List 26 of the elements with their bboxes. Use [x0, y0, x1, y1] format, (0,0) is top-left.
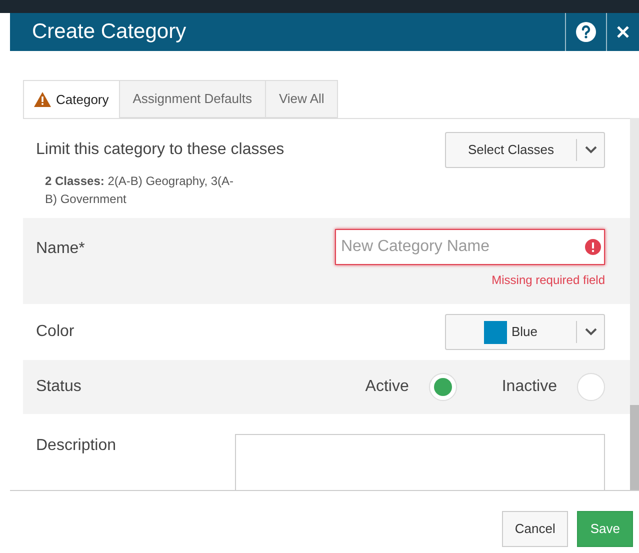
selected-classes-text: 2 Classes: 2(A-B) Geography, 3(A-B) Government — [44, 173, 235, 208]
color-value: Blue — [511, 323, 538, 342]
field-label: Color — [36, 322, 74, 342]
select-classes-dropdown[interactable]: Select Classes — [445, 132, 605, 168]
tab[interactable]: Category — [23, 80, 120, 118]
chevron-down-icon — [584, 328, 596, 336]
radio-label: Inactive — [502, 377, 557, 397]
radio-button[interactable] — [428, 373, 457, 401]
tab[interactable]: View All — [266, 80, 338, 118]
error-icon — [585, 239, 601, 255]
radio-label: Active — [365, 377, 409, 397]
help-icon — [576, 22, 596, 42]
color-dropdown[interactable]: Blue — [445, 314, 605, 350]
tab[interactable]: Assignment Defaults — [120, 80, 266, 118]
field-label: Status — [36, 377, 82, 397]
field-label: Limit this category to these classes — [36, 140, 284, 160]
field-label: Name* — [36, 239, 85, 259]
chevron-down-icon — [584, 146, 596, 154]
radio-button[interactable] — [577, 373, 605, 401]
cancel-button[interactable]: Cancel — [502, 511, 568, 547]
field-label: Description — [36, 436, 116, 456]
validation-message: Missing required field — [492, 272, 605, 289]
dialog-title: Create Category — [31, 19, 188, 46]
name-input-field[interactable]: New Category Name — [335, 229, 605, 265]
scrollbar[interactable] — [630, 118, 639, 490]
close-icon — [617, 26, 629, 38]
